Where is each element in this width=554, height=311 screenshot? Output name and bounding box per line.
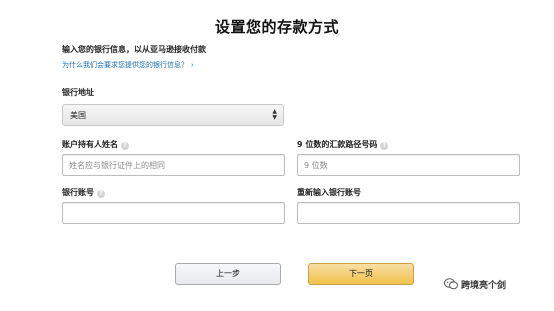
previous-step-button[interactable]: 上一步 — [175, 263, 281, 285]
wechat-icon — [444, 278, 458, 290]
help-icon[interactable]: ? — [380, 142, 389, 150]
bank-location-select[interactable]: 美国 ▲ ▼ — [62, 104, 284, 126]
chevron-right-icon: › — [191, 61, 194, 69]
watermark: 跨境亮个剑 — [444, 278, 506, 291]
account-number-input[interactable] — [62, 202, 285, 224]
help-icon[interactable]: ? — [121, 142, 129, 150]
account-holder-input[interactable] — [62, 154, 285, 176]
help-icon[interactable]: ? — [97, 190, 105, 198]
intro-text: 输入您的银行信息，以从亚马逊接收付款 — [62, 45, 206, 54]
bank-location-value: 美国 — [70, 111, 86, 120]
next-page-button[interactable]: 下一页 — [308, 263, 414, 285]
watermark-text: 跨境亮个剑 — [461, 281, 507, 291]
account-number-confirm-label: 重新输入银行账号 — [297, 188, 361, 197]
routing-number-label-text: 9 位数的汇款路径号码 — [297, 140, 378, 149]
why-bank-info-link[interactable]: 为什么我们会要求您提供您的银行信息？ › — [62, 60, 194, 70]
select-arrows-icon: ▲ ▼ — [272, 108, 277, 121]
account-number-confirm-input[interactable] — [297, 202, 520, 224]
page-title: 设置您的存款方式 — [214, 18, 339, 36]
account-holder-label-text: 账户持有人姓名 — [62, 140, 118, 149]
routing-number-label: 9 位数的汇款路径号码? — [297, 139, 389, 150]
routing-number-input[interactable] — [297, 154, 520, 176]
account-number-label: 银行账号? — [62, 187, 105, 198]
account-holder-label: 账户持有人姓名? — [62, 139, 129, 150]
why-bank-info-link-label: 为什么我们会要求您提供您的银行信息？ — [62, 61, 188, 69]
account-number-label-text: 银行账号 — [62, 188, 94, 197]
bank-location-label: 银行地址 — [62, 88, 94, 97]
